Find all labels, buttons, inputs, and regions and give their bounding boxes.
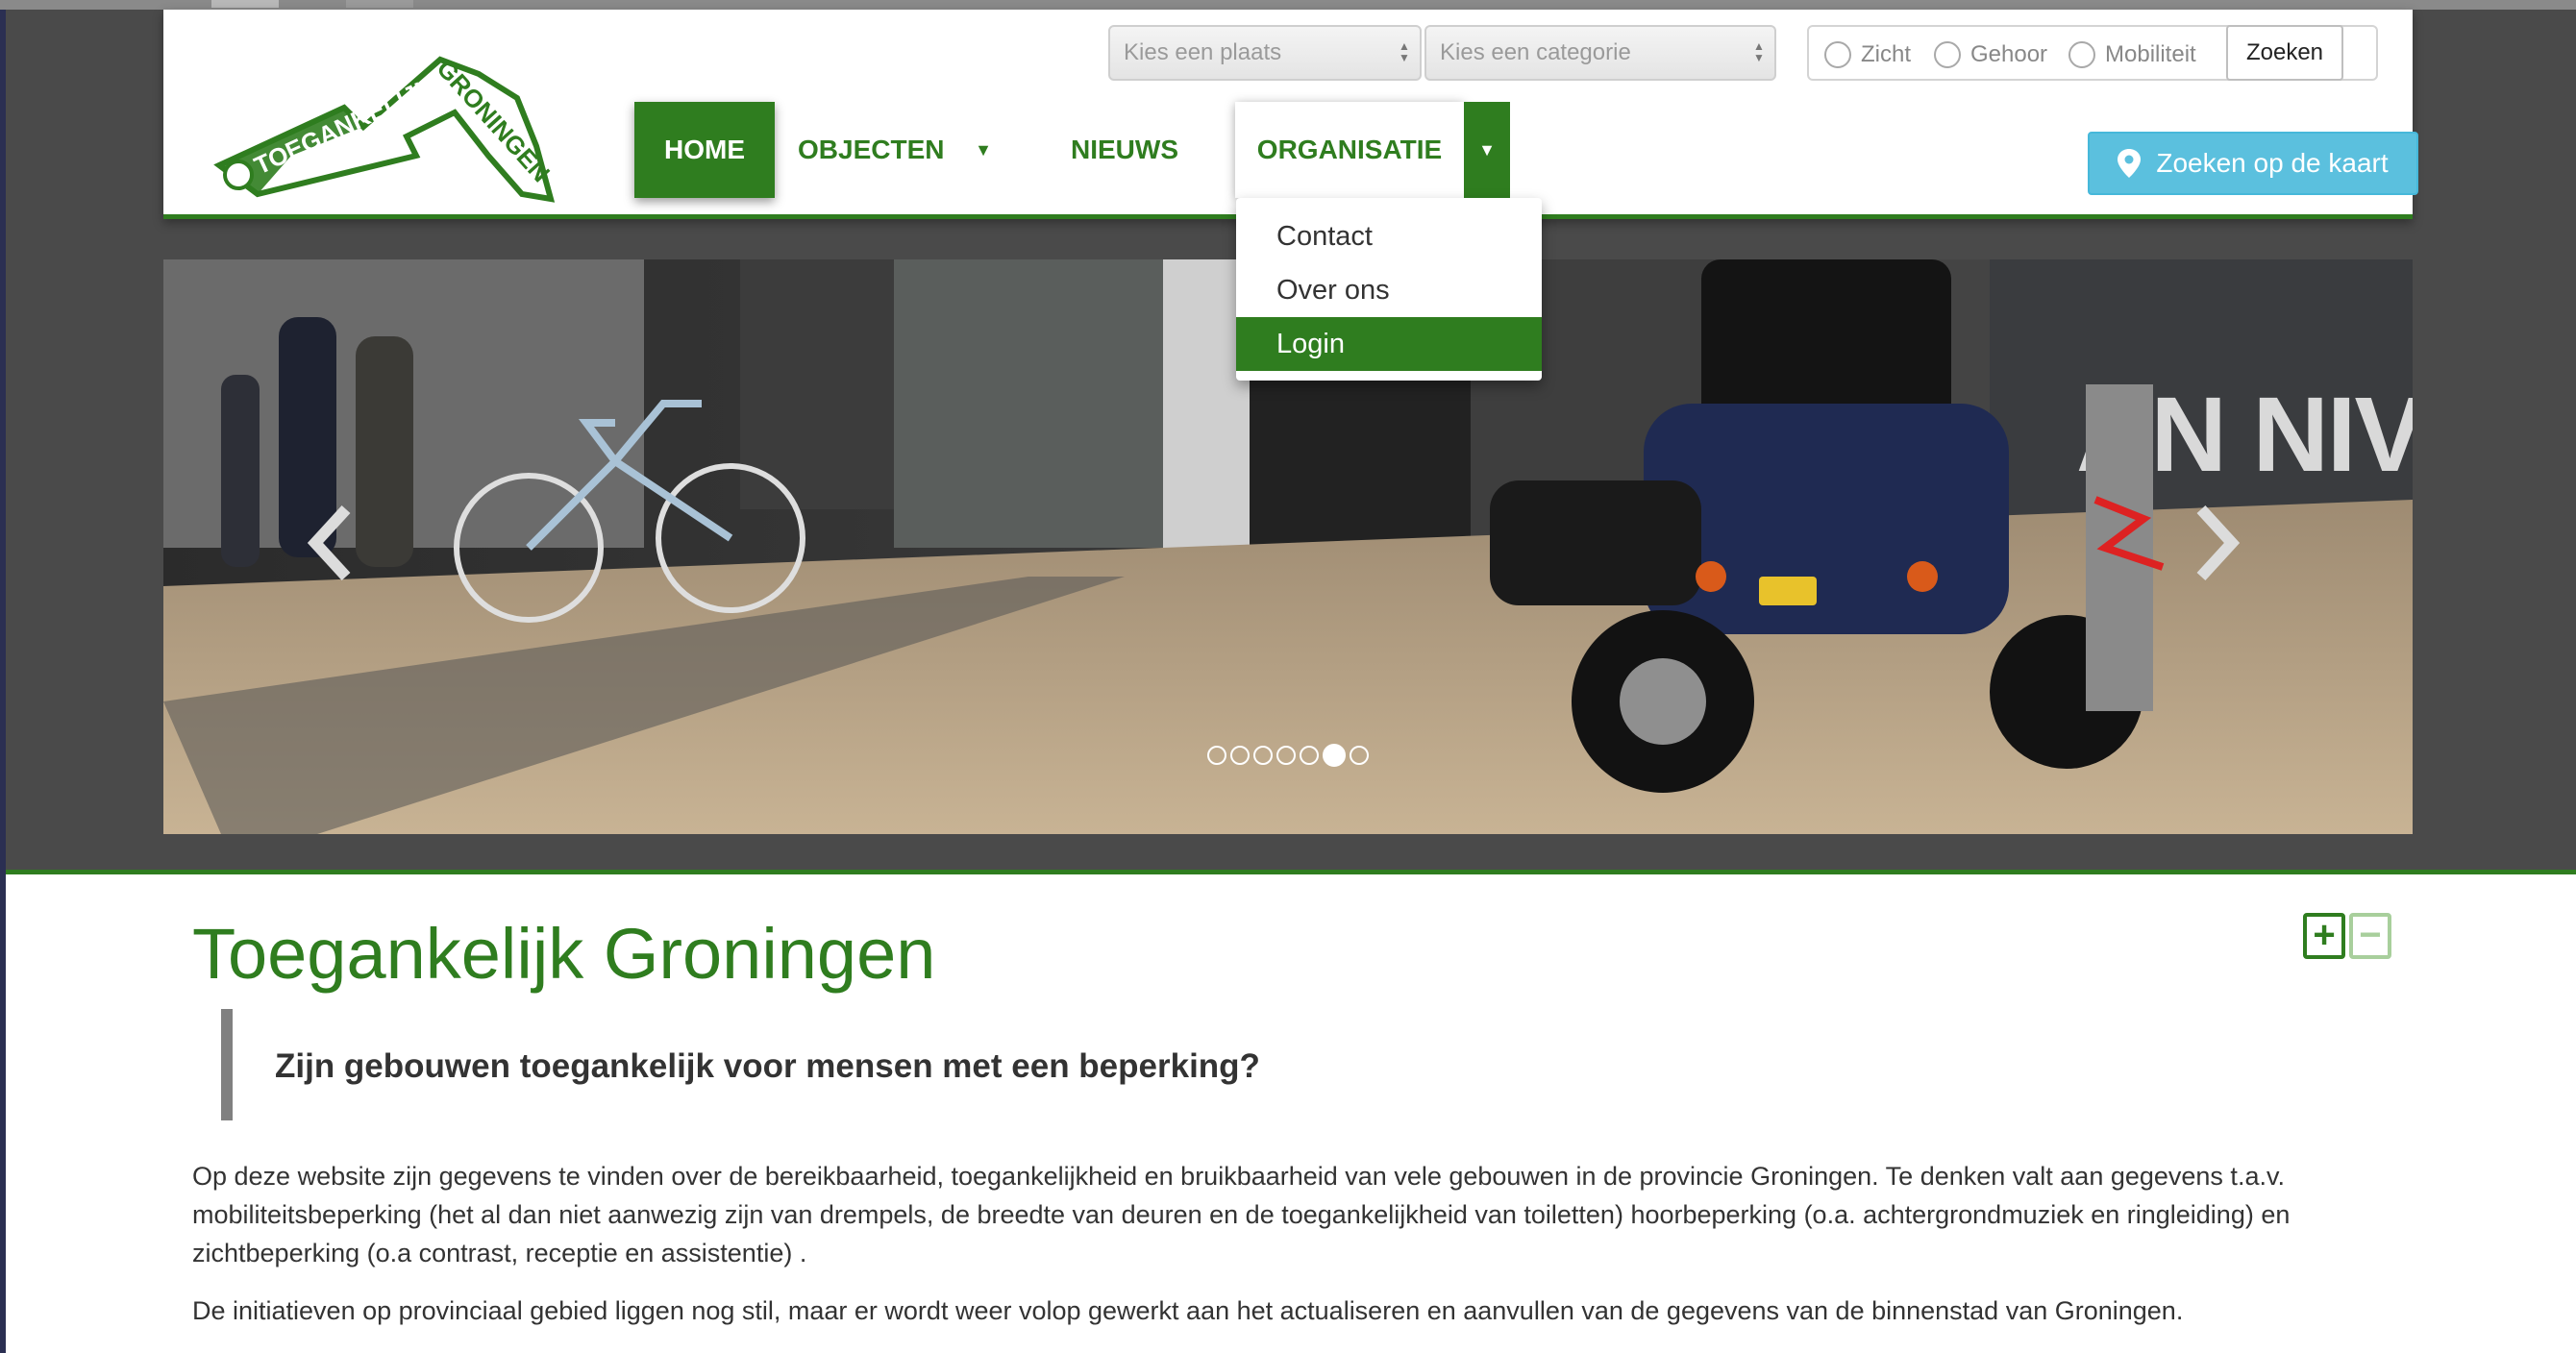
radio-circle[interactable] — [1824, 41, 1851, 68]
nav-objecten[interactable]: OBJECTEN — [798, 102, 944, 198]
lead-quote: Zijn gebouwen toegankelijk voor mensen m… — [221, 1009, 2336, 1120]
map-search-label: Zoeken op de kaart — [2156, 148, 2389, 178]
carousel-dot[interactable] — [1230, 746, 1250, 765]
browser-tab[interactable] — [346, 0, 413, 8]
carousel-prev-icon[interactable] — [298, 500, 365, 586]
carousel-dot[interactable] — [1207, 746, 1226, 765]
radio-label: Zicht — [1861, 41, 1912, 67]
nav-home[interactable]: HOME — [634, 102, 775, 198]
dropdown-item-login[interactable]: Login — [1236, 317, 1542, 371]
dropdown-item-over-ons[interactable]: Over ons — [1236, 263, 1542, 317]
place-select-value: Kies een plaats — [1124, 39, 1282, 65]
zoom-in-button[interactable]: + — [2303, 913, 2345, 959]
organisatie-dropdown-toggle[interactable]: ▼ — [1464, 102, 1510, 198]
carousel-dot[interactable] — [1253, 746, 1273, 765]
carousel-dot[interactable] — [1276, 746, 1296, 765]
category-select-value: Kies een categorie — [1440, 39, 1631, 65]
carousel-next-icon[interactable] — [2182, 500, 2249, 586]
carousel-indicators — [1207, 744, 1369, 769]
caret-down-icon[interactable]: ▼ — [969, 102, 998, 198]
select-arrows-icon: ▲ ▼ — [1399, 39, 1410, 64]
radio-gehoor[interactable]: Gehoor — [1934, 40, 2047, 69]
browser-tab[interactable] — [211, 0, 279, 8]
place-select[interactable]: Kies een plaats ▲ ▼ — [1108, 25, 1422, 81]
carousel-dot[interactable] — [1350, 746, 1369, 765]
category-select[interactable]: Kies een categorie ▲ ▼ — [1424, 25, 1776, 81]
status-paragraph: De initiatieven op provinciaal gebied li… — [192, 1296, 2184, 1325]
search-button[interactable]: Zoeken — [2226, 25, 2343, 81]
radio-mobiliteit[interactable]: Mobiliteit — [2068, 40, 2196, 69]
caret-down-icon: ▼ — [1478, 140, 1496, 160]
map-marker-icon — [2118, 149, 2142, 178]
organisatie-dropdown-menu: Contact Over ons Login — [1236, 198, 1542, 381]
radio-label: Gehoor — [1970, 41, 2048, 67]
nav-organisatie[interactable]: ORGANISATIE — [1235, 102, 1464, 198]
radio-zicht[interactable]: Zicht — [1824, 40, 1911, 69]
dropdown-item-contact[interactable]: Contact — [1236, 209, 1542, 263]
map-search-button[interactable]: Zoeken op de kaart — [2088, 132, 2418, 195]
text-size-controls: + − — [2303, 913, 2391, 959]
browser-top-strip — [0, 0, 2576, 10]
radio-circle[interactable] — [1934, 41, 1961, 68]
carousel-dot[interactable] — [1323, 744, 1346, 767]
site-header: TOEGANKELIJK GRONINGEN Kies een plaats ▲… — [163, 10, 2418, 219]
site-logo[interactable]: TOEGANKELIJK GRONINGEN — [200, 31, 575, 213]
radio-circle[interactable] — [2068, 41, 2095, 68]
zoom-out-button[interactable]: − — [2349, 913, 2391, 959]
page-title: Toegankelijk Groningen — [192, 914, 936, 994]
main-content: Toegankelijk Groningen + − Zijn gebouwen… — [6, 874, 2576, 1353]
intro-paragraph: Op deze website zijn gegevens te vinden … — [192, 1162, 2291, 1267]
carousel-dot[interactable] — [1300, 746, 1319, 765]
select-arrows-icon: ▲ ▼ — [1753, 39, 1765, 64]
radio-label: Mobiliteit — [2105, 41, 2196, 67]
logo-text-right: GRONINGEN — [432, 54, 557, 187]
nav-nieuws[interactable]: NIEUWS — [1061, 102, 1188, 198]
